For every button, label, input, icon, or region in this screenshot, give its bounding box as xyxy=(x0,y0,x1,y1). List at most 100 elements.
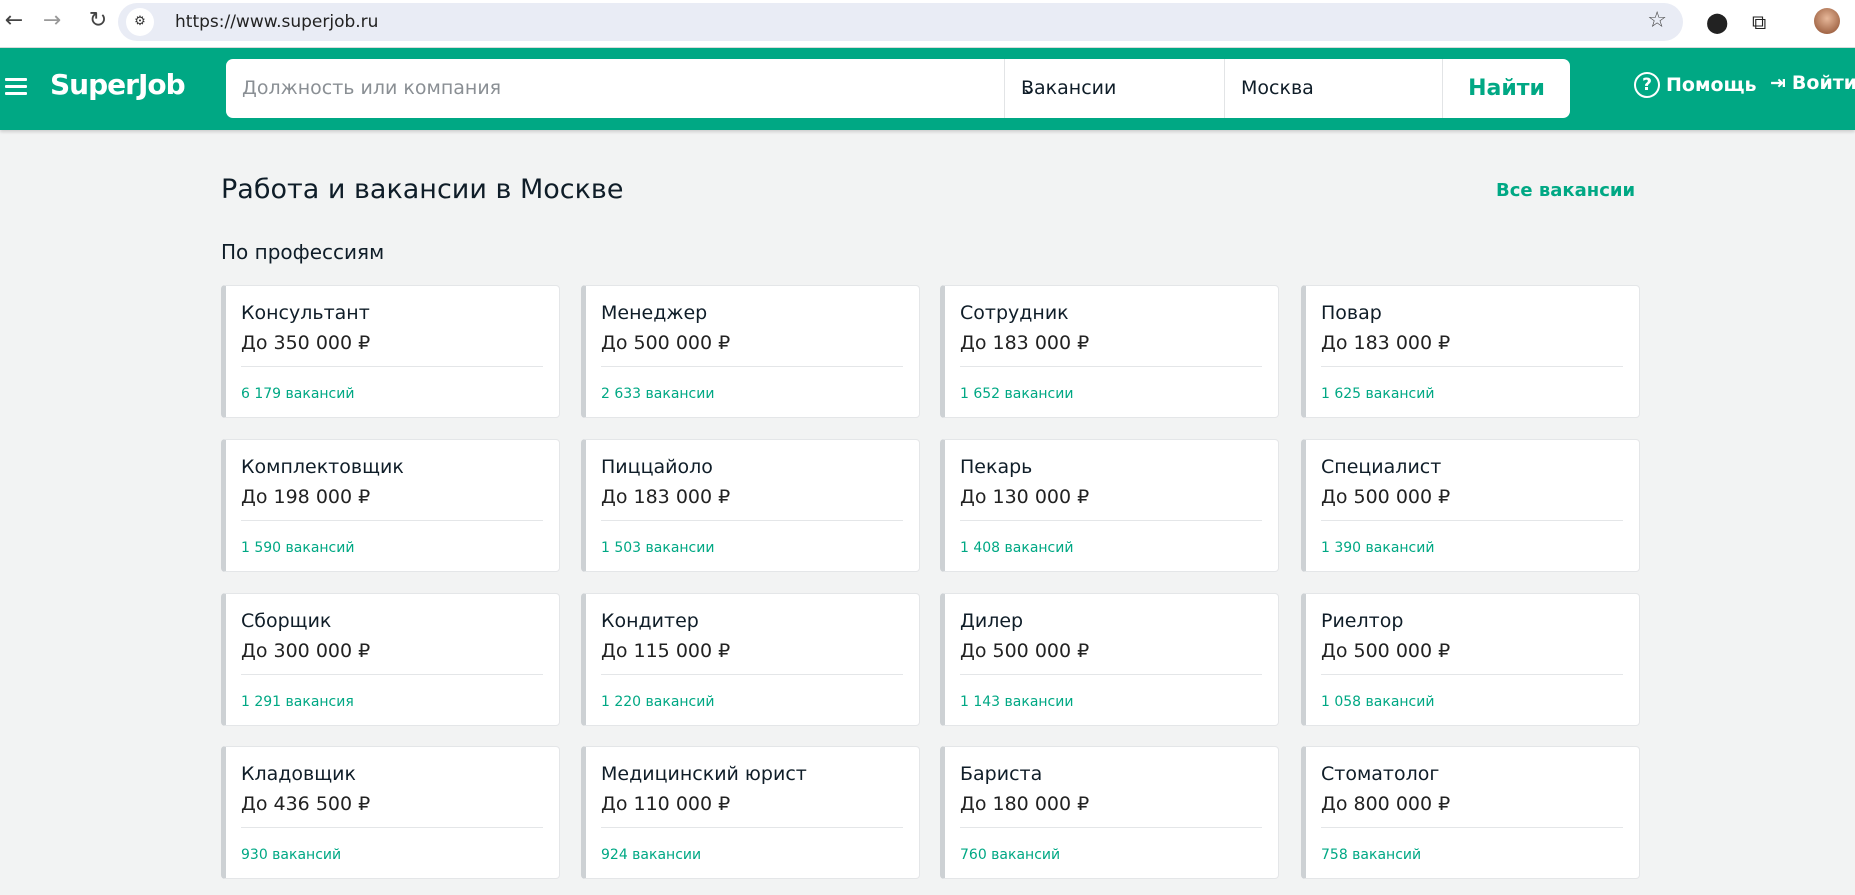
profession-title[interactable]: Медицинский юрист xyxy=(601,763,807,785)
url-text[interactable]: https://www.superjob.ru xyxy=(175,12,378,32)
extensions-puzzle-icon[interactable]: ⧉ xyxy=(1752,10,1766,34)
salary: До 183 000 ₽ xyxy=(601,486,731,508)
vacancy-count-link[interactable]: 760 вакансий xyxy=(960,847,1060,863)
vacancy-count-link[interactable]: 930 вакансий xyxy=(241,847,341,863)
reload-icon[interactable]: ↻ xyxy=(84,8,112,33)
profession-card[interactable]: Медицинский юрист До 110 000 ₽ 924 вакан… xyxy=(581,746,920,879)
profession-card[interactable]: Пекарь До 130 000 ₽ 1 408 вакансий xyxy=(940,439,1279,572)
login-label: Войти xyxy=(1791,72,1855,94)
profession-card[interactable]: Сборщик До 300 000 ₽ 1 291 вакансия xyxy=(221,593,560,726)
profession-card[interactable]: Комплектовщик До 198 000 ₽ 1 590 ваканси… xyxy=(221,439,560,572)
section-title: По профессиям xyxy=(221,240,385,264)
search-input[interactable]: Должность или компания xyxy=(242,77,501,99)
city-value: Москва xyxy=(1241,77,1314,99)
vacancy-count-link[interactable]: 924 вакансии xyxy=(601,847,701,863)
search-form: Должность или компания Вакансии ⌄ Москва… xyxy=(226,59,1570,118)
search-type-select[interactable]: Вакансии ⌄ xyxy=(1004,59,1224,118)
divider xyxy=(601,366,903,367)
profession-title[interactable]: Менеджер xyxy=(601,302,707,324)
vacancy-count-link[interactable]: 1 143 вакансии xyxy=(960,694,1073,710)
profession-card[interactable]: Специалист До 500 000 ₽ 1 390 вакансий xyxy=(1301,439,1640,572)
profession-card[interactable]: Сотрудник До 183 000 ₽ 1 652 вакансии xyxy=(940,285,1279,418)
profession-card[interactable]: Стоматолог До 800 000 ₽ 758 вакансий xyxy=(1301,746,1640,879)
vacancy-count-link[interactable]: 1 220 вакансий xyxy=(601,694,714,710)
profession-card[interactable]: Бариста До 180 000 ₽ 760 вакансий xyxy=(940,746,1279,879)
salary: До 183 000 ₽ xyxy=(960,332,1090,354)
profile-avatar[interactable] xyxy=(1814,8,1840,34)
salary: До 800 000 ₽ xyxy=(1321,793,1451,815)
vacancy-count-link[interactable]: 1 503 вакансии xyxy=(601,540,714,556)
profession-title[interactable]: Сотрудник xyxy=(960,302,1069,324)
login-link[interactable]: ⇥ Войти xyxy=(1770,72,1855,94)
divider xyxy=(241,674,543,675)
profession-card[interactable]: Дилер До 500 000 ₽ 1 143 вакансии xyxy=(940,593,1279,726)
help-link[interactable]: ? Помощь xyxy=(1634,72,1757,98)
profession-card[interactable]: Кладовщик До 436 500 ₽ 930 вакансий xyxy=(221,746,560,879)
vacancy-count-link[interactable]: 758 вакансий xyxy=(1321,847,1421,863)
salary: До 115 000 ₽ xyxy=(601,640,731,662)
site-header: SuperJob Должность или компания Вакансии… xyxy=(0,48,1855,130)
profession-card[interactable]: Консультант До 350 000 ₽ 6 179 вакансий xyxy=(221,285,560,418)
profession-title[interactable]: Риелтор xyxy=(1321,610,1403,632)
forward-icon[interactable]: → xyxy=(38,8,66,33)
extension-icon[interactable]: ⬤ xyxy=(1706,10,1728,34)
profession-title[interactable]: Специалист xyxy=(1321,456,1441,478)
salary: До 500 000 ₽ xyxy=(960,640,1090,662)
profession-title[interactable]: Консультант xyxy=(241,302,370,324)
profession-title[interactable]: Стоматолог xyxy=(1321,763,1439,785)
profession-card[interactable]: Риелтор До 500 000 ₽ 1 058 вакансий xyxy=(1301,593,1640,726)
salary: До 180 000 ₽ xyxy=(960,793,1090,815)
profession-card[interactable]: Кондитер До 115 000 ₽ 1 220 вакансий xyxy=(581,593,920,726)
profession-title[interactable]: Комплектовщик xyxy=(241,456,404,478)
profession-title[interactable]: Кладовщик xyxy=(241,763,356,785)
profession-title[interactable]: Кондитер xyxy=(601,610,699,632)
back-icon[interactable]: ← xyxy=(0,8,28,33)
salary: До 110 000 ₽ xyxy=(601,793,731,815)
chevron-down-icon: ⌄ xyxy=(1021,77,1037,99)
profession-title[interactable]: Пекарь xyxy=(960,456,1032,478)
vacancy-count-link[interactable]: 1 652 вакансии xyxy=(960,386,1073,402)
profession-title[interactable]: Сборщик xyxy=(241,610,331,632)
divider xyxy=(601,674,903,675)
browser-toolbar: ← → ↻ ⚙ https://www.superjob.ru ☆ ⬤ ⧉ xyxy=(0,0,1855,48)
vacancy-count-link[interactable]: 1 291 вакансия xyxy=(241,694,354,710)
divider xyxy=(241,827,543,828)
divider xyxy=(960,366,1262,367)
logo[interactable]: SuperJob xyxy=(50,68,186,101)
divider xyxy=(1321,366,1623,367)
vacancy-count-link[interactable]: 1 590 вакансий xyxy=(241,540,354,556)
salary: До 500 000 ₽ xyxy=(1321,486,1451,508)
profession-card[interactable]: Пиццайоло До 183 000 ₽ 1 503 вакансии xyxy=(581,439,920,572)
salary: До 198 000 ₽ xyxy=(241,486,371,508)
divider xyxy=(241,366,543,367)
vacancy-count-link[interactable]: 1 390 вакансий xyxy=(1321,540,1434,556)
profession-title[interactable]: Пиццайоло xyxy=(601,456,713,478)
profession-title[interactable]: Дилер xyxy=(960,610,1023,632)
divider xyxy=(241,520,543,521)
help-icon: ? xyxy=(1634,72,1660,98)
all-vacancies-link[interactable]: Все вакансии xyxy=(1496,180,1635,201)
profession-title[interactable]: Повар xyxy=(1321,302,1382,324)
profession-card[interactable]: Менеджер До 500 000 ₽ 2 633 вакансии xyxy=(581,285,920,418)
vacancy-count-link[interactable]: 1 058 вакансий xyxy=(1321,694,1434,710)
profession-title[interactable]: Бариста xyxy=(960,763,1042,785)
vacancy-count-link[interactable]: 6 179 вакансий xyxy=(241,386,354,402)
divider xyxy=(960,520,1262,521)
city-input[interactable]: Москва xyxy=(1224,59,1442,118)
divider xyxy=(960,827,1262,828)
divider xyxy=(960,674,1262,675)
help-label: Помощь xyxy=(1666,74,1757,96)
bookmark-star-icon[interactable]: ☆ xyxy=(1647,8,1667,33)
divider xyxy=(1321,520,1623,521)
divider xyxy=(1321,674,1623,675)
site-settings-icon[interactable]: ⚙ xyxy=(126,8,154,36)
profession-card[interactable]: Повар До 183 000 ₽ 1 625 вакансий xyxy=(1301,285,1640,418)
vacancy-count-link[interactable]: 1 408 вакансий xyxy=(960,540,1073,556)
address-bar[interactable]: ⚙ https://www.superjob.ru ☆ xyxy=(118,3,1683,41)
menu-icon[interactable] xyxy=(5,78,27,99)
salary: До 500 000 ₽ xyxy=(1321,640,1451,662)
vacancy-count-link[interactable]: 2 633 вакансии xyxy=(601,386,714,402)
login-icon: ⇥ xyxy=(1770,72,1786,94)
vacancy-count-link[interactable]: 1 625 вакансий xyxy=(1321,386,1434,402)
find-button[interactable]: Найти xyxy=(1442,59,1570,118)
